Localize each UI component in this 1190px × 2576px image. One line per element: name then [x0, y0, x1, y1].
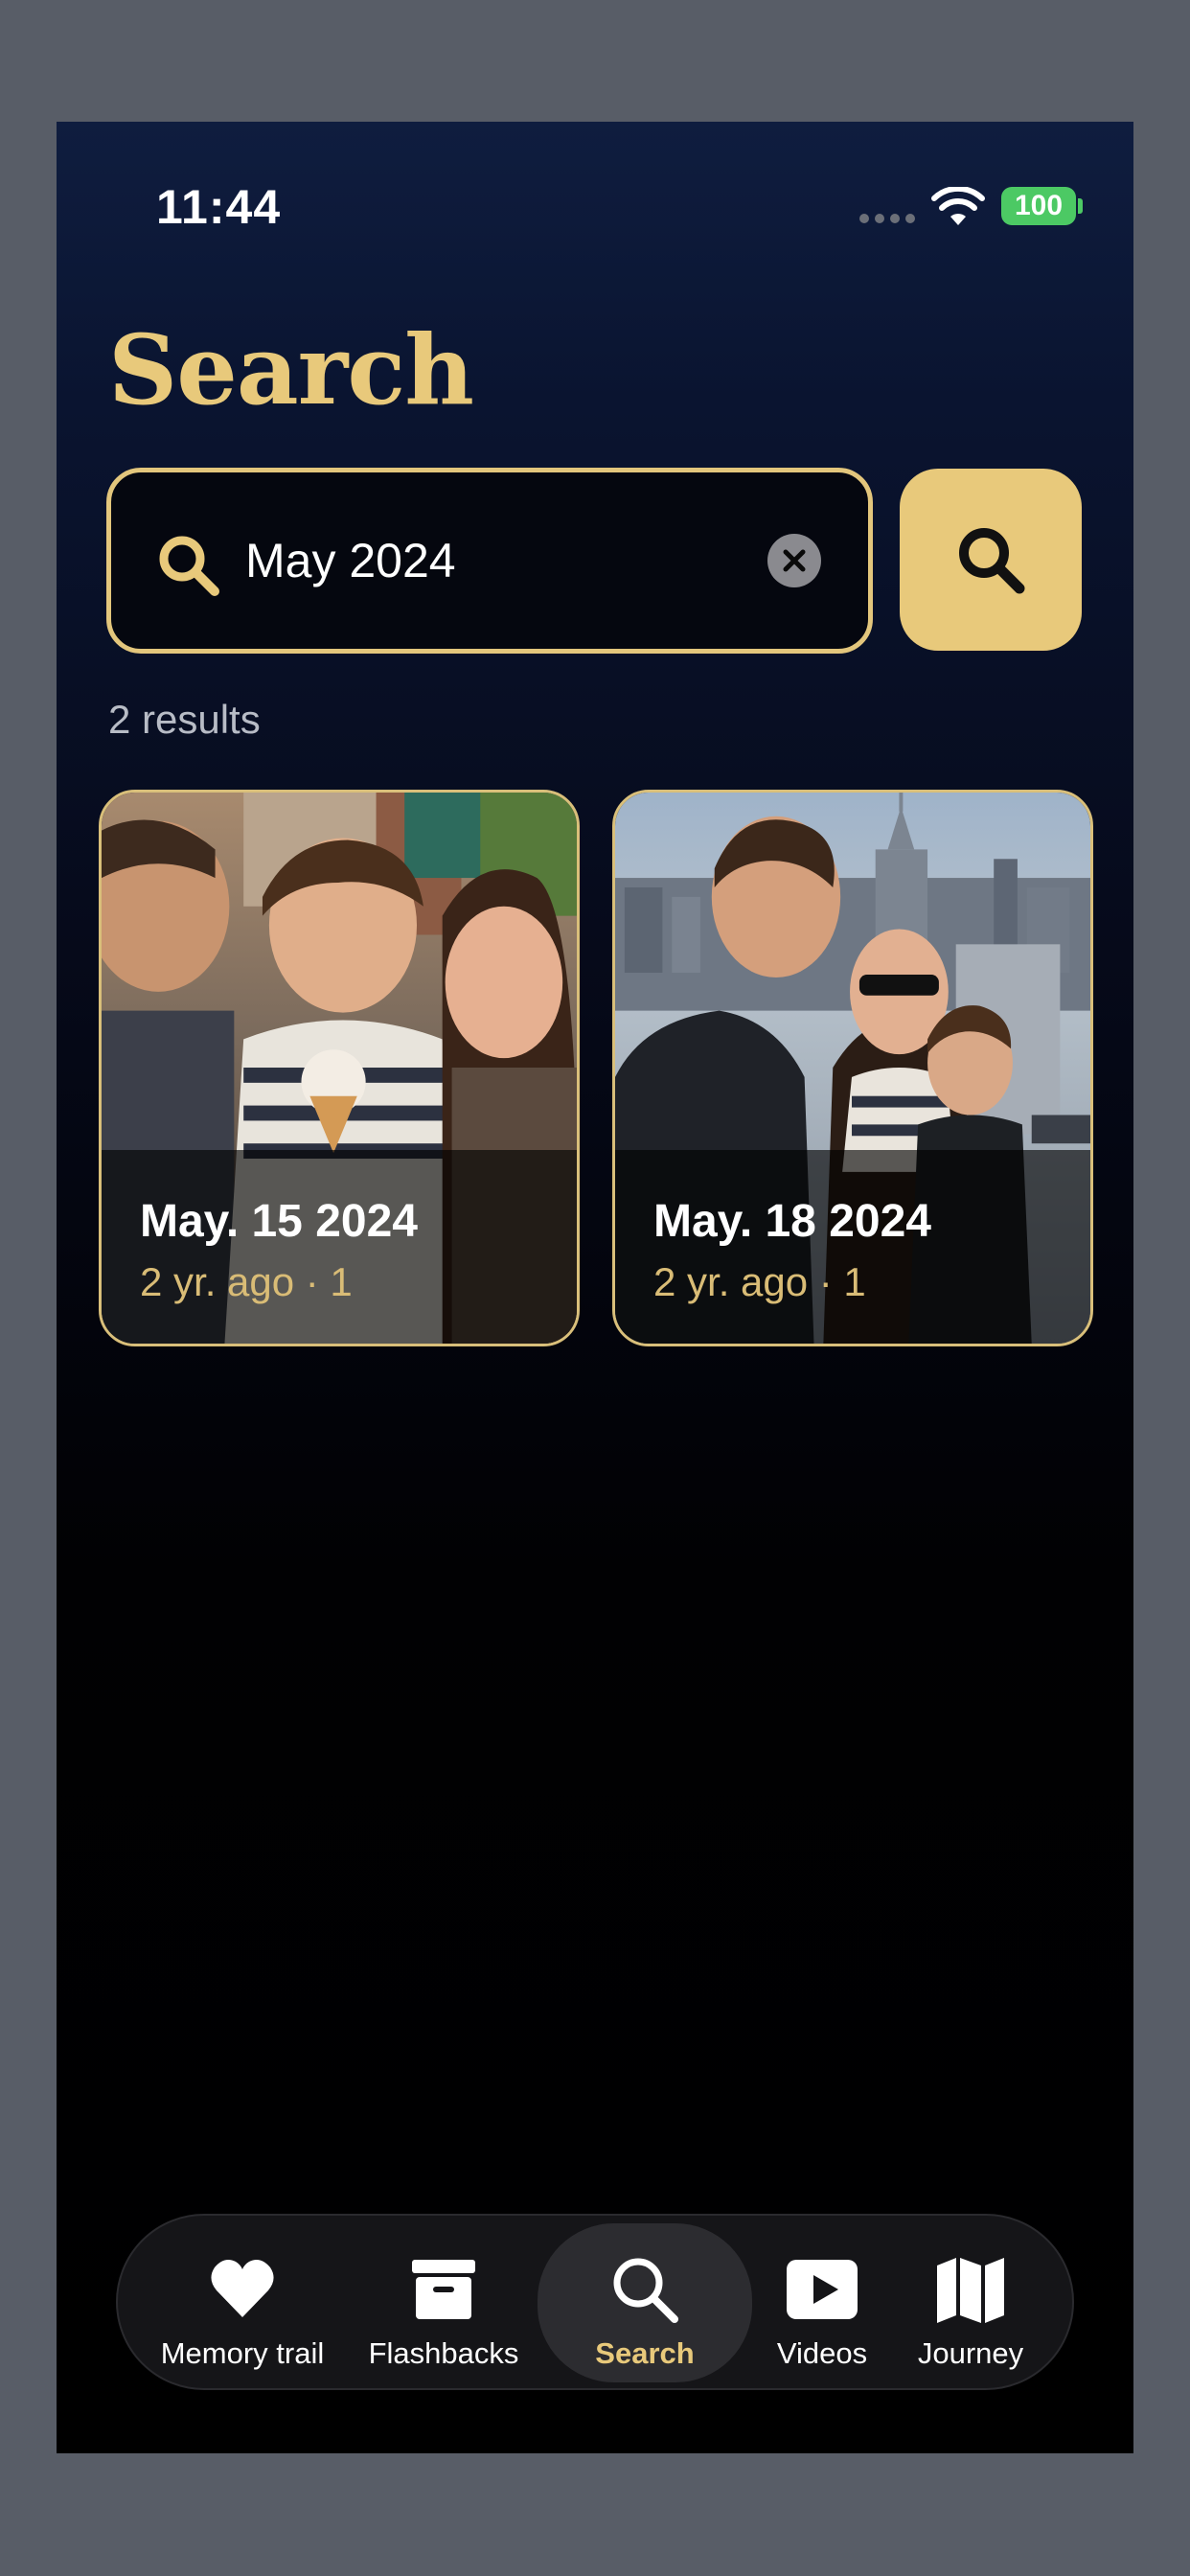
battery-level: 100: [1014, 190, 1064, 221]
tab-label: Journey: [917, 2336, 1024, 2370]
tab-search[interactable]: Search: [538, 2223, 752, 2382]
tab-label: Memory trail: [160, 2336, 325, 2370]
result-card[interactable]: May. 15 2024 2 yr. ago · 1: [99, 790, 580, 1346]
search-icon: [959, 528, 1025, 594]
tab-journey[interactable]: Journey: [894, 2223, 1047, 2382]
results-count: 2 results: [108, 697, 261, 742]
cellular-signal-icon: [859, 214, 915, 223]
search-submit-button[interactable]: [900, 469, 1082, 651]
bottom-tab-bar: Memory trail Flashbacks Search Videos Jo…: [116, 2214, 1074, 2390]
search-input[interactable]: [245, 511, 744, 610]
clear-x-icon: [783, 549, 806, 572]
tab-label: Search: [595, 2336, 695, 2370]
battery-indicator: 100: [1001, 187, 1076, 225]
map-icon: [937, 2258, 1004, 2323]
search-icon: [159, 536, 219, 596]
card-meta: 2 yr. ago · 1: [653, 1259, 866, 1304]
play-icon: [787, 2260, 858, 2319]
page-title: Search: [108, 313, 474, 426]
battery-cap: [1078, 198, 1083, 214]
status-time: 11:44: [156, 180, 282, 234]
heart-icon: [211, 2260, 274, 2317]
search-field[interactable]: [106, 468, 873, 654]
archive-box-icon: [412, 2260, 475, 2319]
tab-videos[interactable]: Videos: [760, 2223, 884, 2382]
result-card[interactable]: May. 18 2024 2 yr. ago · 1: [612, 790, 1093, 1346]
card-meta: 2 yr. ago · 1: [140, 1259, 353, 1304]
wifi-icon: [931, 187, 985, 225]
tab-memory-trail[interactable]: Memory trail: [147, 2223, 338, 2382]
tab-label: Flashbacks: [368, 2336, 519, 2370]
card-date: May. 15 2024: [140, 1196, 418, 1247]
clear-search-button[interactable]: [767, 534, 821, 587]
tab-label: Videos: [776, 2336, 868, 2370]
search-icon: [613, 2258, 678, 2323]
app-screen: 11:44 100 Search 2 results: [57, 122, 1133, 2453]
card-date: May. 18 2024: [653, 1196, 931, 1247]
tab-flashbacks[interactable]: Flashbacks: [357, 2223, 530, 2382]
